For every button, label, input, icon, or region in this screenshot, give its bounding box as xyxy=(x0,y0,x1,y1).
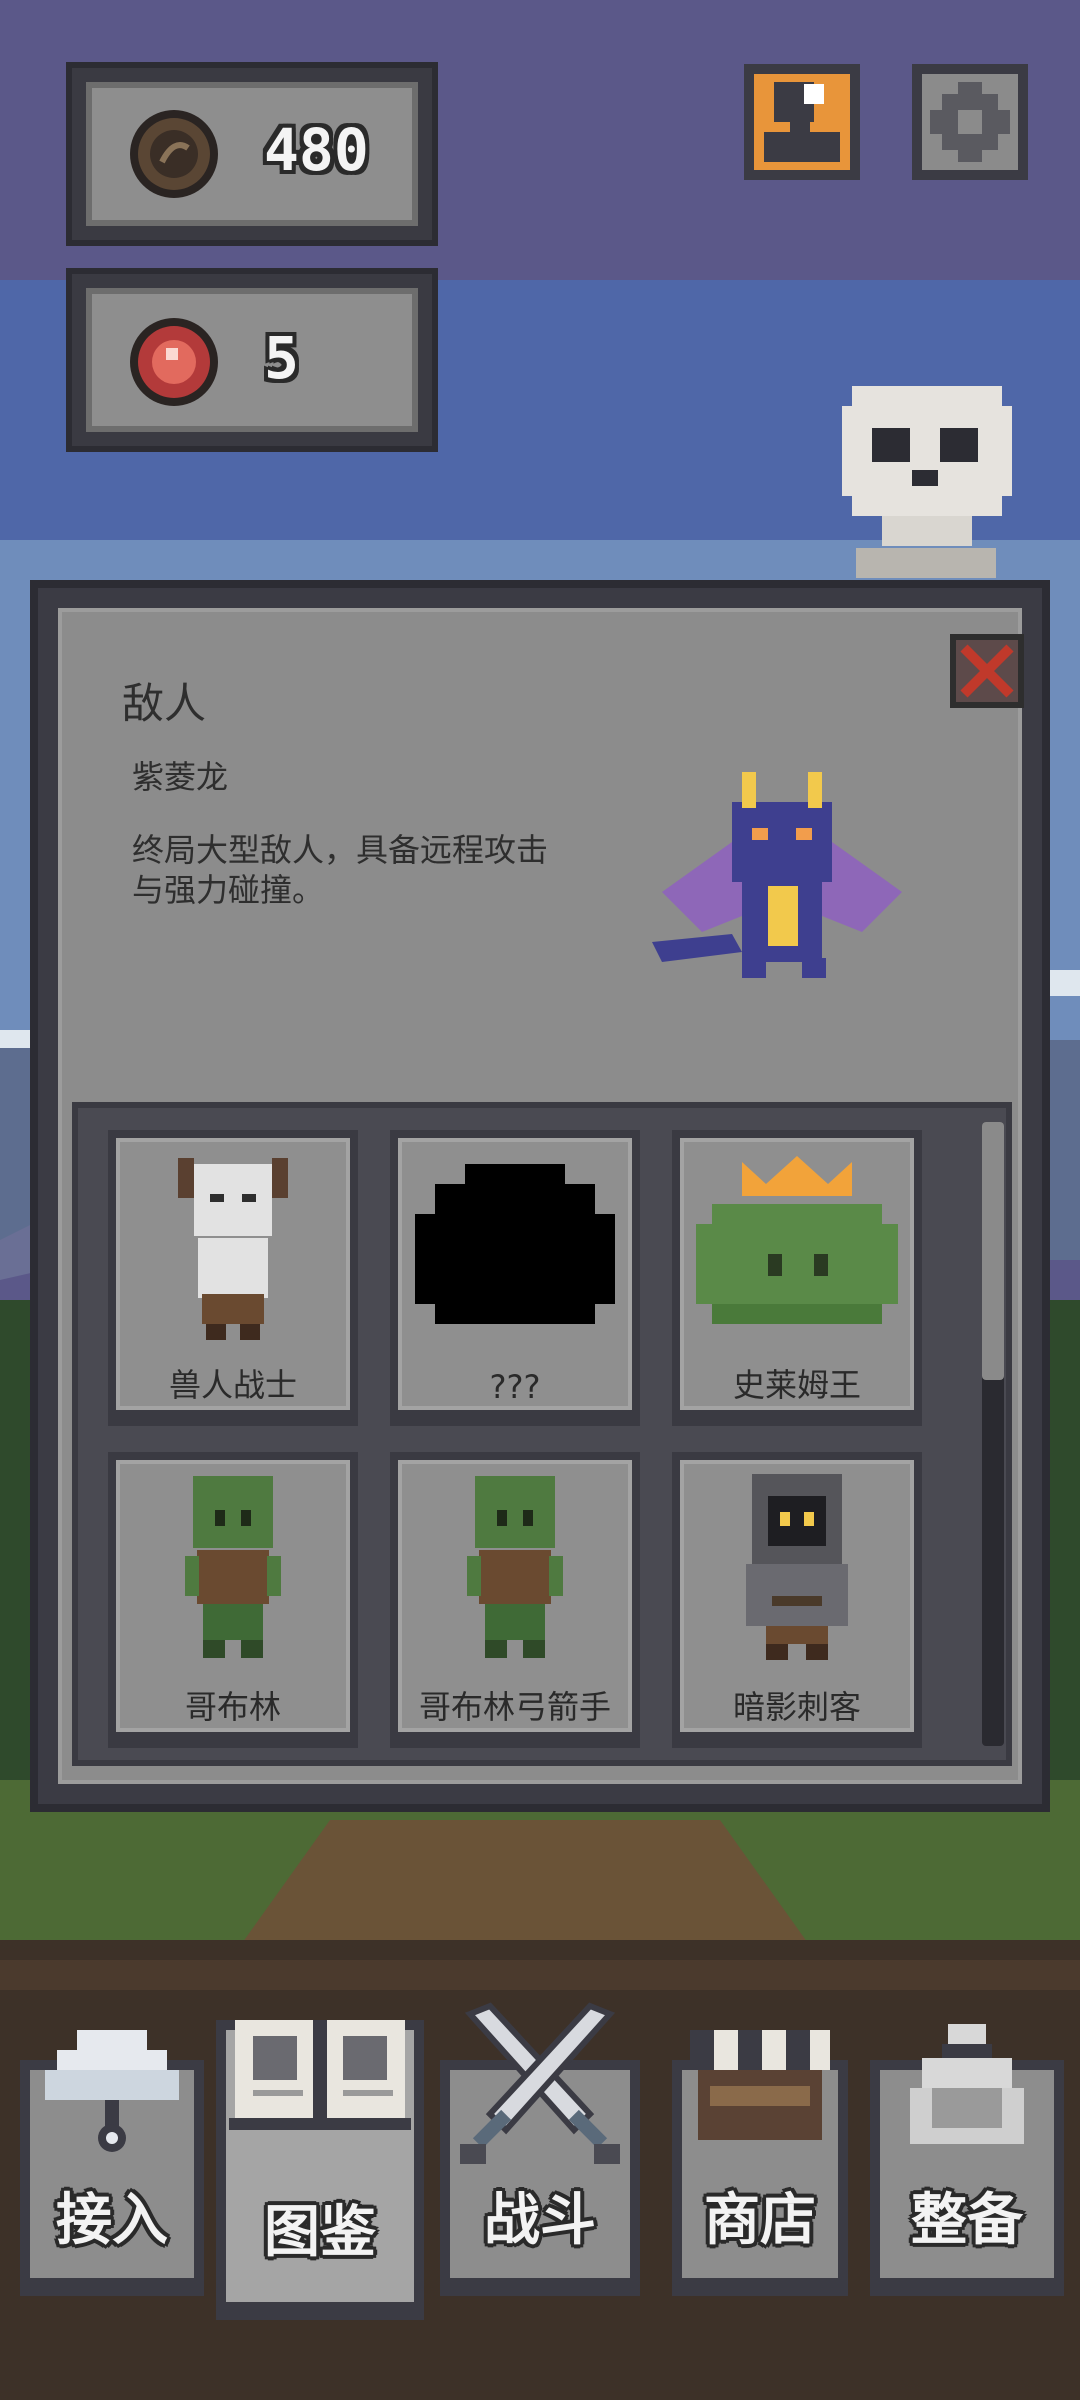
gem-count: 5 xyxy=(264,324,299,392)
nav-battle-button[interactable]: 战斗 xyxy=(440,2002,640,2296)
gem-counter: 5 xyxy=(66,268,438,452)
coin-count: 480 xyxy=(264,116,369,184)
nav-equip-button[interactable]: 整备 xyxy=(870,2024,1064,2296)
gear-icon xyxy=(922,74,1018,170)
coin-counter: 480 xyxy=(66,62,438,246)
bestiary-panel: 敌人 紫菱龙 终局大型敌人，具备远程攻击与强力碰撞。 兽人战士 ??? 史莱姆王… xyxy=(30,580,1050,1812)
enemy-grid[interactable]: 兽人战士 ??? 史莱姆王 哥布林 哥布林弓箭手 暗影刺客 xyxy=(72,1102,1012,1766)
enemy-label: 兽人战士 xyxy=(168,1366,297,1404)
bag-icon xyxy=(910,2024,1024,2144)
enemy-label: ??? xyxy=(489,1368,541,1406)
enemy-label: 哥布林 xyxy=(184,1688,281,1726)
book-icon xyxy=(229,2020,411,2130)
goblin-icon xyxy=(185,1476,281,1658)
nav-bestiary-button[interactable]: 图鉴 xyxy=(216,2020,424,2320)
nav-label: 商店 xyxy=(704,2188,816,2253)
nav-connect-button[interactable]: 接入 xyxy=(20,2030,204,2296)
settings-button[interactable] xyxy=(912,64,1028,180)
enemy-card-shadow-assassin[interactable]: 暗影刺客 xyxy=(672,1452,922,1748)
unknown-silhouette-icon xyxy=(415,1164,615,1324)
profile-icon xyxy=(754,74,850,170)
goblin-archer-icon xyxy=(467,1476,563,1658)
nav-label: 接入 xyxy=(56,2188,168,2253)
enemy-card-unknown[interactable]: ??? xyxy=(390,1130,640,1426)
enemy-label: 暗影刺客 xyxy=(732,1688,861,1726)
slime-king-icon xyxy=(696,1156,898,1324)
enemy-card-goblin[interactable]: 哥布林 xyxy=(108,1452,358,1748)
nav-label: 战斗 xyxy=(484,2188,596,2253)
skull-decoration xyxy=(842,386,1012,578)
enemy-card-goblin-archer[interactable]: 哥布林弓箭手 xyxy=(390,1452,640,1748)
scrollbar-thumb[interactable] xyxy=(982,1122,1004,1380)
close-icon xyxy=(960,644,1014,698)
gem-icon xyxy=(130,318,218,406)
profile-button[interactable] xyxy=(744,64,860,180)
nav-label: 整备 xyxy=(911,2188,1023,2253)
close-button[interactable] xyxy=(950,634,1024,708)
enemy-card-orc-warrior[interactable]: 兽人战士 xyxy=(108,1130,358,1426)
crossed-swords-icon xyxy=(460,2002,620,2164)
enemy-label: 史莱姆王 xyxy=(732,1366,861,1404)
nav-shop-button[interactable]: 商店 xyxy=(672,2030,848,2296)
enemy-label: 哥布林弓箭手 xyxy=(418,1688,611,1726)
orc-warrior-icon xyxy=(178,1158,288,1340)
selected-enemy-description: 终局大型敌人，具备远程攻击与强力碰撞。 xyxy=(132,831,549,909)
selected-enemy-name: 紫菱龙 xyxy=(132,758,229,796)
nav-label: 图鉴 xyxy=(264,2200,376,2265)
enemy-card-slime-king[interactable]: 史莱姆王 xyxy=(672,1130,922,1426)
panel-title: 敌人 xyxy=(122,679,207,728)
cloud-connect-icon xyxy=(45,2030,179,2152)
coin-icon xyxy=(130,110,218,198)
grid-scrollbar[interactable] xyxy=(982,1122,1004,1746)
shadow-assassin-icon xyxy=(746,1474,848,1660)
dragon-portrait xyxy=(652,772,902,978)
shop-stall-icon xyxy=(690,2030,830,2140)
